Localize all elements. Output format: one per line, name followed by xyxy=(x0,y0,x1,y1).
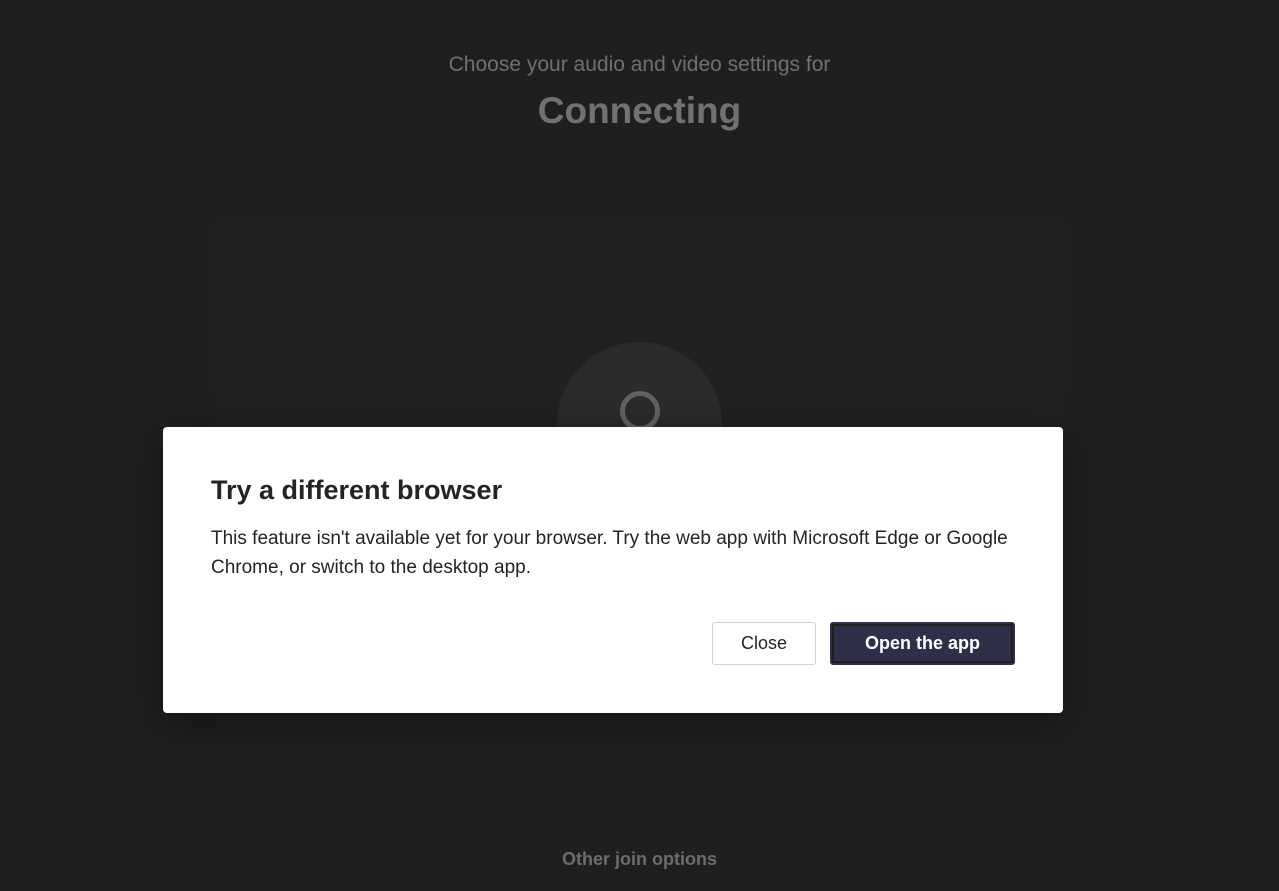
open-app-button[interactable]: Open the app xyxy=(830,622,1015,665)
avatar-ring-icon xyxy=(620,391,660,431)
meeting-title: Connecting xyxy=(538,90,741,132)
browser-warning-dialog: Try a different browser This feature isn… xyxy=(163,427,1063,713)
other-join-options-link[interactable]: Other join options xyxy=(562,849,717,870)
dialog-body-text: This feature isn't available yet for you… xyxy=(211,525,1015,582)
dialog-title: Try a different browser xyxy=(211,475,1015,506)
settings-prompt: Choose your audio and video settings for xyxy=(449,53,831,77)
close-button[interactable]: Close xyxy=(712,622,816,665)
dialog-button-row: Close Open the app xyxy=(211,622,1015,665)
